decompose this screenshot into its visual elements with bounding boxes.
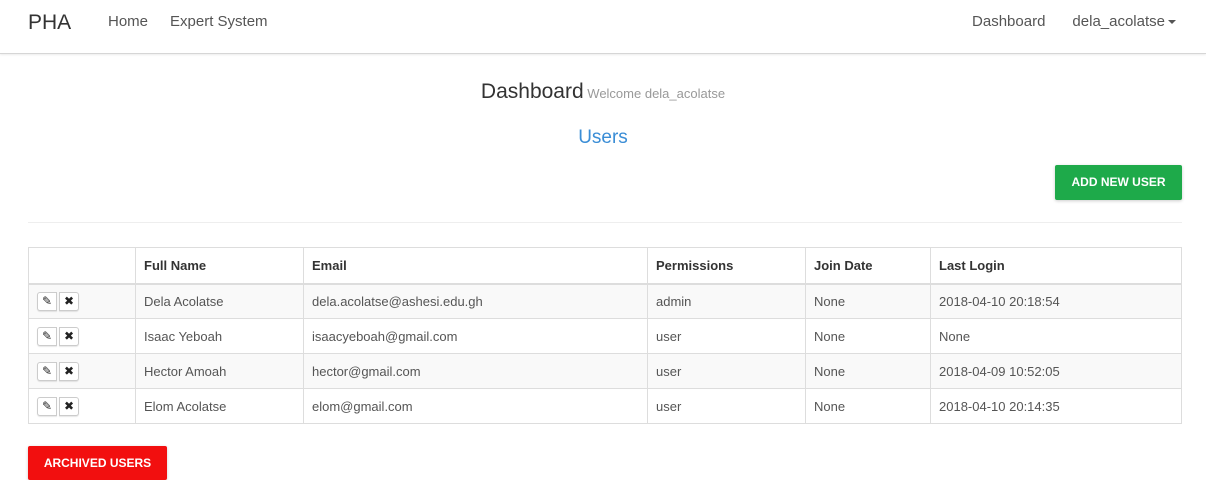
row-actions: ✎ ✖ (28, 318, 136, 354)
navbar: PHA Home Expert System Dashboard dela_ac… (0, 0, 1206, 54)
users-section-title: Users (578, 127, 628, 148)
close-icon[interactable]: ✖ (59, 361, 79, 381)
row-actions: ✎ ✖ (28, 388, 136, 424)
add-new-user-button[interactable]: ADD NEW USER (1055, 165, 1182, 200)
cell-join-date: None (805, 318, 931, 354)
page-title: Dashboard (480, 80, 584, 103)
cell-last-login: None (930, 318, 1182, 354)
header-join-date: Join Date (805, 247, 931, 285)
welcome-text: Welcome dela_acolatse (587, 86, 726, 101)
user-menu[interactable]: dela_acolatse (1072, 13, 1176, 30)
pencil-icon[interactable]: ✎ (37, 396, 57, 416)
header-actions (28, 247, 136, 285)
row-actions: ✎ ✖ (28, 353, 136, 389)
archived-users-button[interactable]: ARCHIVED USERS (28, 446, 167, 480)
brand-logo[interactable]: PHA (28, 11, 71, 35)
close-icon[interactable]: ✖ (59, 326, 79, 346)
header-last-login: Last Login (930, 247, 1182, 285)
nav-right: Dashboard dela_acolatse (945, 13, 1176, 30)
divider (28, 222, 1182, 223)
close-icon[interactable]: ✖ (59, 396, 79, 416)
cell-full-name: Hector Amoah (135, 353, 304, 389)
pencil-icon[interactable]: ✎ (37, 326, 57, 346)
cell-permissions: user (647, 353, 806, 389)
table-row: ✎ ✖ Elom Acolatse elom@gmail.com user No… (28, 388, 1182, 424)
cell-last-login: 2018-04-09 10:52:05 (930, 353, 1182, 389)
row-actions: ✎ ✖ (28, 283, 136, 319)
cell-full-name: Dela Acolatse (135, 283, 304, 319)
cell-join-date: None (805, 388, 931, 424)
nav-link-expert-system[interactable]: Expert System (170, 13, 268, 30)
cell-full-name: Isaac Yeboah (135, 318, 304, 354)
nav-link-dashboard[interactable]: Dashboard (972, 13, 1045, 30)
header-permissions: Permissions (647, 247, 806, 285)
cell-full-name: Elom Acolatse (135, 388, 304, 424)
cell-join-date: None (805, 283, 931, 319)
cell-email: hector@gmail.com (303, 353, 648, 389)
cell-last-login: 2018-04-10 20:14:35 (930, 388, 1182, 424)
cell-permissions: user (647, 388, 806, 424)
header-email: Email (303, 247, 648, 285)
cell-last-login: 2018-04-10 20:18:54 (930, 283, 1182, 319)
pencil-icon[interactable]: ✎ (37, 361, 57, 381)
cell-email: elom@gmail.com (303, 388, 648, 424)
caret-down-icon (1168, 20, 1176, 25)
page-heading: Dashboard Welcome dela_acolatse (0, 80, 1206, 104)
table-row: ✎ ✖ Isaac Yeboah isaacyeboah@gmail.com u… (28, 318, 1182, 354)
close-icon[interactable]: ✖ (59, 291, 79, 311)
cell-permissions: admin (647, 283, 806, 319)
user-menu-label: dela_acolatse (1072, 13, 1165, 30)
table-row: ✎ ✖ Dela Acolatse dela.acolatse@ashesi.e… (28, 283, 1182, 319)
table-header-row: Full Name Email Permissions Join Date La… (28, 247, 1182, 285)
nav-left: Home Expert System (108, 13, 290, 30)
table-row: ✎ ✖ Hector Amoah hector@gmail.com user N… (28, 353, 1182, 389)
cell-permissions: user (647, 318, 806, 354)
nav-link-home[interactable]: Home (108, 13, 148, 30)
cell-email: isaacyeboah@gmail.com (303, 318, 648, 354)
header-full-name: Full Name (135, 247, 304, 285)
pencil-icon[interactable]: ✎ (37, 291, 57, 311)
cell-email: dela.acolatse@ashesi.edu.gh (303, 283, 648, 319)
cell-join-date: None (805, 353, 931, 389)
users-table: Full Name Email Permissions Join Date La… (28, 247, 1182, 424)
